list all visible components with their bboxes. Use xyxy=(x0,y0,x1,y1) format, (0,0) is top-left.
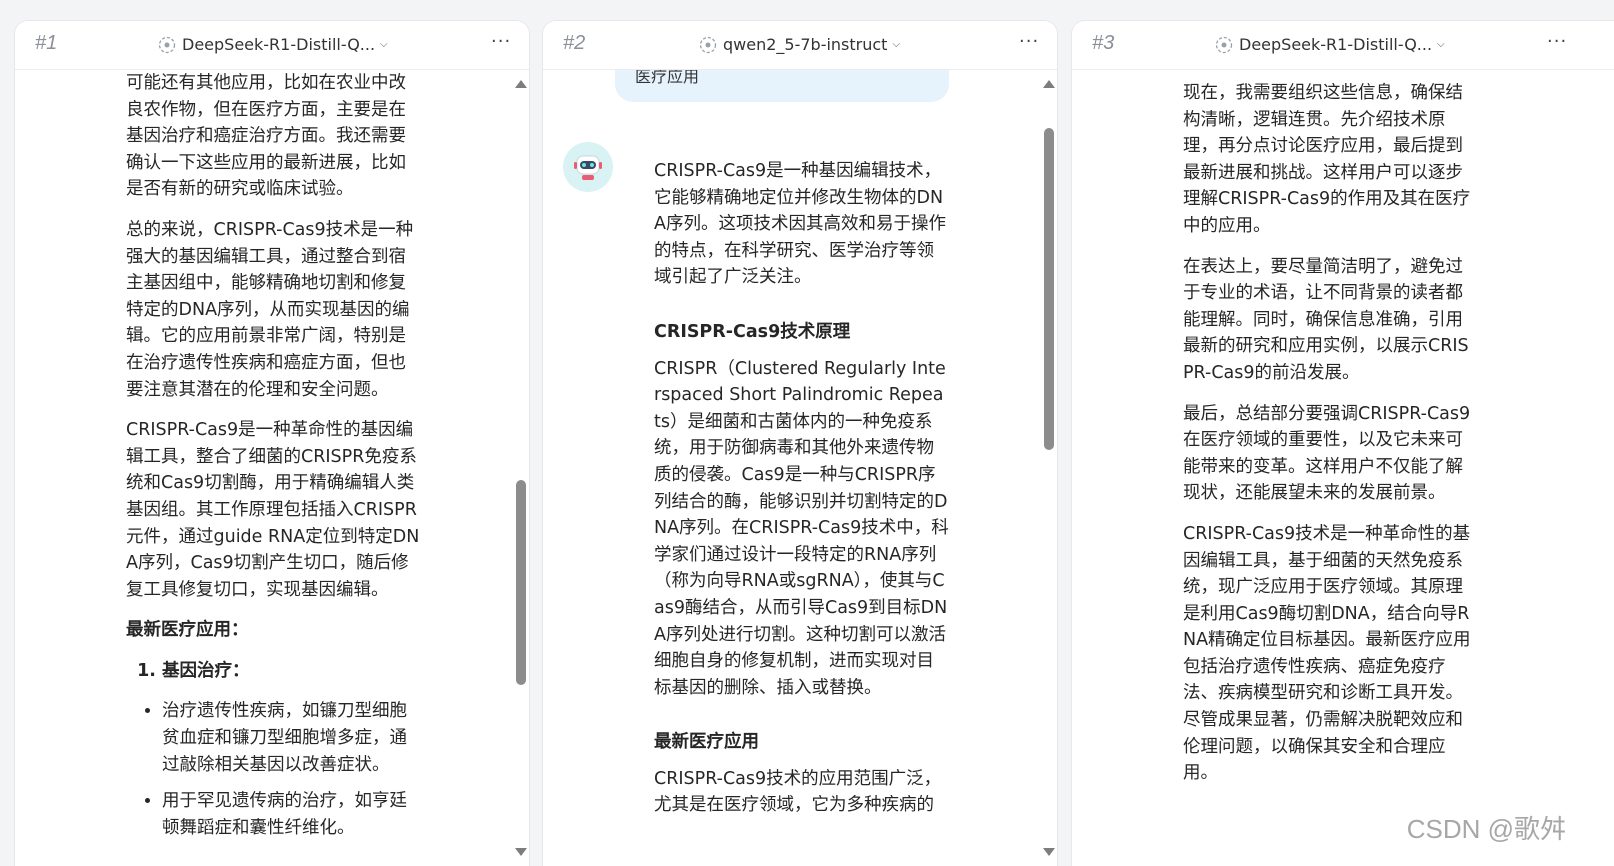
scrollbar-thumb[interactable] xyxy=(1044,128,1054,450)
more-options-icon[interactable]: ··· xyxy=(1547,31,1567,52)
panel-header: #2 qwen2_5-7b-instruct ⌵ ··· xyxy=(543,21,1057,70)
more-options-icon[interactable]: ··· xyxy=(1019,31,1039,52)
paragraph: CRISPR-Cas9是一种革命性的基因编辑工具，整合了细菌的CRISPR免疫系… xyxy=(126,420,420,600)
list-item: 基因治疗： xyxy=(162,658,422,685)
bot-avatar xyxy=(563,142,613,192)
panel-content: 可能还有其他应用，比如在农业中改良农作物，但在医疗方面，主要是在基因治疗和癌症治… xyxy=(15,70,529,866)
list-item: 治疗遗传性疾病，如镰刀型细胞贫血症和镰刀型细胞增多症，通过敲除相关基因以改善症状… xyxy=(162,698,422,778)
user-message-bubble: 医疗应用 xyxy=(615,70,949,102)
scroll-down-arrow[interactable] xyxy=(1043,848,1055,856)
scrollbar-thumb[interactable] xyxy=(516,480,526,685)
panel-header: #1 DeepSeek-R1-Distill-Q... ⌵ ··· xyxy=(15,21,529,70)
model-selector[interactable]: DeepSeek-R1-Distill-Q... ⌵ xyxy=(158,35,388,54)
paragraph: 最后，总结部分要强调CRISPR-Cas9在医疗领域的重要性，以及它未来可能带来… xyxy=(1183,403,1471,504)
chevron-down-icon: ⌵ xyxy=(892,39,901,50)
paragraph: CRISPR-Cas9技术的应用范围广泛，尤其是在医疗领域，它为多种疾病的 xyxy=(654,768,942,816)
response-text: 可能还有其他应用，比如在农业中改良农作物，但在医疗方面，主要是在基因治疗和癌症治… xyxy=(126,70,422,851)
model-selector[interactable]: DeepSeek-R1-Distill-Q... ⌵ xyxy=(1215,35,1445,54)
compare-panel-2: #2 qwen2_5-7b-instruct ⌵ ··· 医疗应用 CRISPR… xyxy=(542,20,1058,866)
panel-number: #2 xyxy=(563,32,586,54)
robot-icon xyxy=(574,155,602,180)
user-message-text: 医疗应用 xyxy=(635,70,700,86)
model-logo-icon xyxy=(1215,36,1233,53)
compare-panel-1: #1 DeepSeek-R1-Distill-Q... ⌵ ··· 可能还有其他… xyxy=(14,20,530,866)
panel-content: 医疗应用 CRISPR-Cas9是一种基因编辑技术，它能够精确地定位并修改生物体… xyxy=(543,70,1057,866)
more-options-icon[interactable]: ··· xyxy=(491,31,511,52)
scroll-up-arrow[interactable] xyxy=(515,80,527,88)
list-item: 用于罕见遗传病的治疗，如亨廷顿舞蹈症和囊性纤维化。 xyxy=(162,788,422,841)
response-text: CRISPR-Cas9是一种基因编辑技术，它能够精确地定位并修改生物体的DNA序… xyxy=(654,158,950,833)
paragraph: CRISPR-Cas9技术是一种革命性的基因编辑工具，基于细菌的天然免疫系统，现… xyxy=(1183,523,1471,784)
section-heading: 最新医疗应用： xyxy=(126,620,249,641)
model-name: DeepSeek-R1-Distill-Q... xyxy=(1239,35,1433,54)
model-name: qwen2_5-7b-instruct xyxy=(723,35,888,54)
section-heading: 最新医疗应用 xyxy=(654,732,759,753)
chevron-down-icon: ⌵ xyxy=(380,39,388,50)
paragraph: 可能还有其他应用，比如在农业中改良农作物，但在医疗方面，主要是在基因治疗和癌症治… xyxy=(126,73,406,200)
panel-number: #3 xyxy=(1092,32,1115,54)
response-text: 现在，我需要组织这些信息，确保结构清晰，逻辑连贯。先介绍技术原理，再分点讨论医疗… xyxy=(1183,80,1479,801)
paragraph: 在表达上，要尽量简洁明了，避免过于专业的术语，让不同背景的读者都能理解。同时，确… xyxy=(1183,256,1469,383)
watermark: CSDN @歌舛 xyxy=(1406,814,1566,844)
ordered-list: 基因治疗： xyxy=(126,658,422,685)
model-name: DeepSeek-R1-Distill-Q... xyxy=(182,35,376,54)
model-logo-icon xyxy=(699,36,717,53)
model-logo-icon xyxy=(158,36,176,53)
section-heading: CRISPR-Cas9技术原理 xyxy=(654,321,851,342)
compare-panel-3: #3 DeepSeek-R1-Distill-Q... ⌵ ··· 现在，我需要… xyxy=(1071,20,1614,866)
scroll-up-arrow[interactable] xyxy=(1043,80,1055,88)
paragraph: 现在，我需要组织这些信息，确保结构清晰，逻辑连贯。先介绍技术原理，再分点讨论医疗… xyxy=(1183,83,1471,236)
bullet-list: 治疗遗传性疾病，如镰刀型细胞贫血症和镰刀型细胞增多症，通过敲除相关基因以改善症状… xyxy=(126,698,422,841)
model-selector[interactable]: qwen2_5-7b-instruct ⌵ xyxy=(699,35,900,54)
panel-content: 现在，我需要组织这些信息，确保结构清晰，逻辑连贯。先介绍技术原理，再分点讨论医疗… xyxy=(1072,70,1614,866)
panel-number: #1 xyxy=(35,32,58,54)
paragraph: CRISPR（Clustered Regularly Interspaced S… xyxy=(654,358,949,698)
scroll-down-arrow[interactable] xyxy=(515,848,527,856)
panel-header: #3 DeepSeek-R1-Distill-Q... ⌵ ··· xyxy=(1072,21,1614,70)
paragraph: 总的来说，CRISPR-Cas9技术是一种强大的基因编辑工具，通过整合到宿主基因… xyxy=(126,219,414,400)
paragraph: CRISPR-Cas9是一种基因编辑技术，它能够精确地定位并修改生物体的DNA序… xyxy=(654,161,946,288)
chevron-down-icon: ⌵ xyxy=(1437,39,1445,50)
